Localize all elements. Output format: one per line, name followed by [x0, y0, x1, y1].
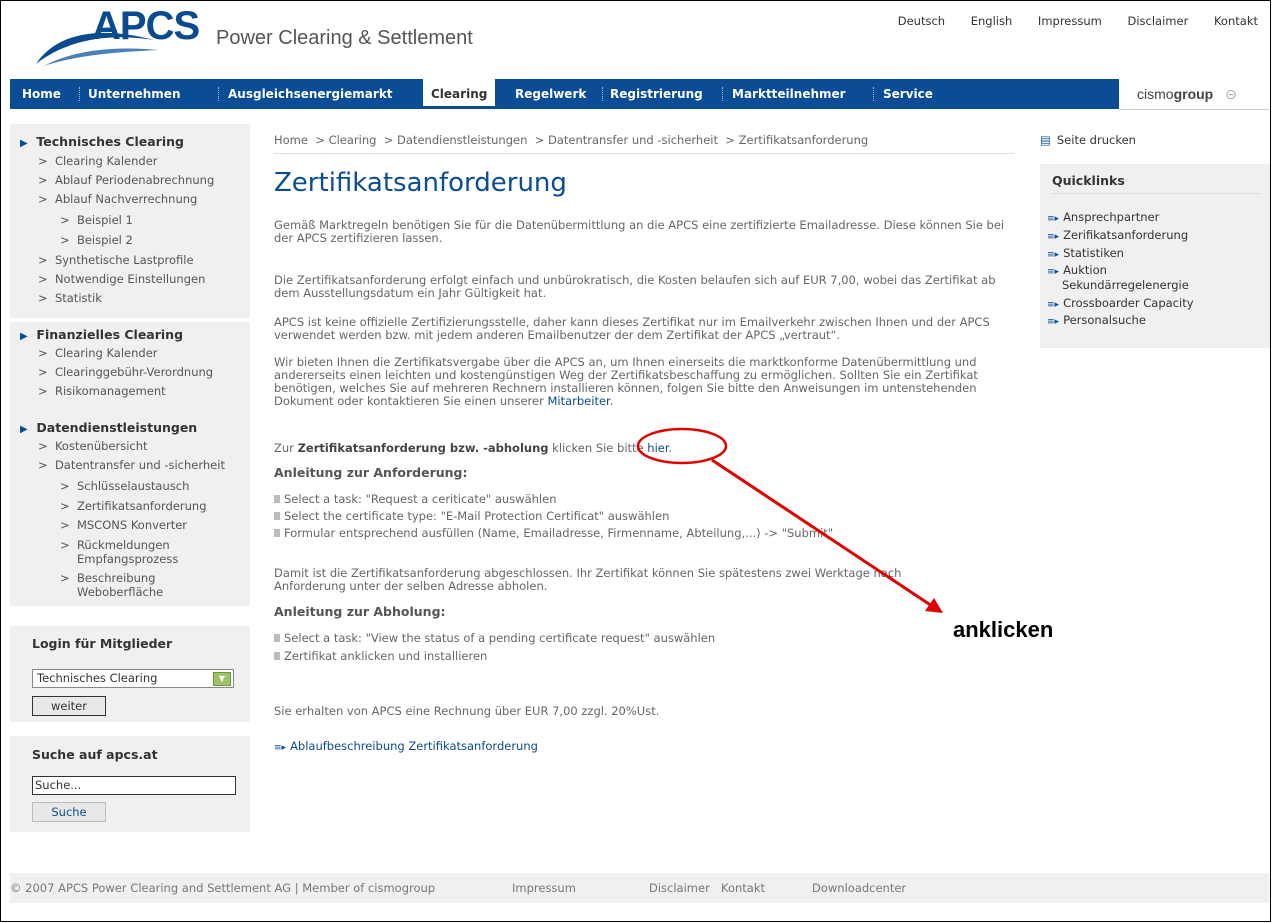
footer-link-impressum[interactable]: Impressum: [512, 873, 576, 903]
annotation-arrowhead-icon: [925, 598, 943, 613]
footer-copyright: © 2007 APCS Power Clearing and Settlemen…: [10, 881, 436, 895]
quicklink-item[interactable]: ≡▸ Personalsuche: [1047, 313, 1146, 327]
print-label: Seite drucken: [1056, 133, 1136, 147]
quicklinks-title: Quicklinks: [1052, 173, 1260, 194]
quicklink-label: Personalsuche: [1063, 313, 1146, 327]
footer: © 2007 APCS Power Clearing and Settlemen…: [10, 873, 1269, 903]
annotation-label: anklicken: [953, 617, 1054, 642]
list-arrow-icon: ≡▸: [1047, 232, 1060, 242]
list-arrow-icon: ≡▸: [1047, 317, 1060, 327]
footer-link-disclaimer[interactable]: Disclaimer: [649, 873, 710, 903]
quicklink-label: Zerifikatsanforderung: [1063, 228, 1189, 242]
list-arrow-icon: ≡▸: [1047, 250, 1060, 260]
quicklink-item[interactable]: ≡▸ Auktion: [1047, 263, 1107, 277]
quicklink-item-cont[interactable]: Sekundärregelenergie: [1062, 278, 1189, 292]
quicklink-label: Ansprechpartner: [1063, 210, 1160, 224]
quicklink-label: Crossboarder Capacity: [1063, 296, 1194, 310]
annotation-arrow-line: [711, 458, 936, 610]
footer-link-downloadcenter[interactable]: Downloadcenter: [812, 873, 906, 903]
annotation-circle-icon: [636, 427, 728, 465]
quicklink-item[interactable]: ≡▸ Zerifikatsanforderung: [1047, 228, 1188, 242]
print-link[interactable]: ▤ Seite drucken: [1040, 133, 1136, 147]
quicklink-item[interactable]: ≡▸ Statistiken: [1047, 246, 1124, 260]
list-arrow-icon: ≡▸: [1047, 214, 1060, 224]
quicklink-label: Auktion: [1063, 263, 1107, 277]
footer-link-kontakt[interactable]: Kontakt: [721, 873, 765, 903]
quicklink-label: Statistiken: [1063, 246, 1124, 260]
quicklink-item[interactable]: ≡▸ Crossboarder Capacity: [1047, 296, 1194, 310]
list-arrow-icon: ≡▸: [1047, 267, 1060, 277]
quicklink-item[interactable]: ≡▸ Ansprechpartner: [1047, 210, 1159, 224]
list-arrow-icon: ≡▸: [1047, 300, 1060, 310]
printer-icon: ▤: [1040, 133, 1051, 147]
